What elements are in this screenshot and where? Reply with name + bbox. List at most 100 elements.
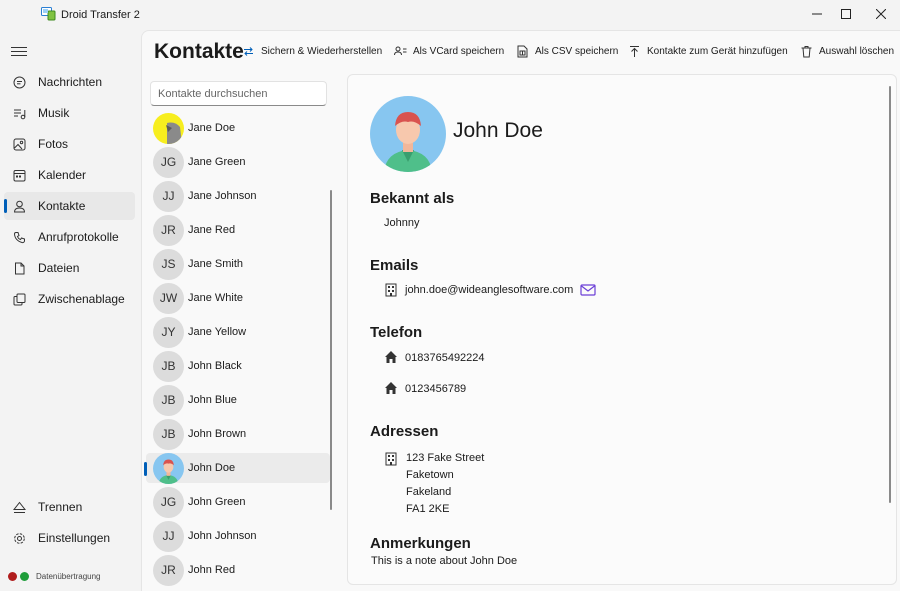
contact-initials: JG	[153, 486, 184, 518]
list-selection-indicator	[144, 462, 147, 476]
address-line: FA1 2KE	[406, 503, 450, 515]
contact-initials: JB	[153, 384, 184, 416]
address-line: 123 Fake Street	[406, 452, 485, 464]
person-avatar-icon	[384, 112, 432, 172]
toolbar-label: Als CSV speichern	[535, 45, 619, 57]
contact-list-item-selected[interactable]: John Doe	[146, 452, 330, 484]
contact-list-item[interactable]: JY Jane Yellow	[146, 316, 330, 348]
known-as-value: Johnny	[384, 217, 420, 229]
sync-icon	[242, 45, 255, 58]
contact-search-input[interactable]	[150, 81, 327, 106]
nav-label: Zwischenablage	[38, 292, 125, 306]
nav-item-anrufprotokolle[interactable]: Anrufprotokolle	[4, 223, 135, 251]
nav-item-zwischenablage[interactable]: Zwischenablage	[4, 285, 135, 313]
nav-label: Fotos	[38, 137, 69, 151]
nav-item-kalender[interactable]: Kalender	[4, 161, 135, 189]
contact-name: Jane Yellow	[188, 326, 247, 338]
building-icon	[385, 283, 397, 297]
contact-initials: JY	[153, 316, 184, 348]
contact-photo	[153, 112, 184, 144]
contact-list-item[interactable]: JR John Red	[146, 554, 330, 586]
nav-item-nachrichten[interactable]: Nachrichten	[4, 68, 135, 96]
contact-name: Jane Green	[188, 156, 246, 168]
upload-icon	[628, 45, 641, 58]
close-button[interactable]	[864, 0, 898, 28]
contact-list-item[interactable]: JG Jane Green	[146, 146, 330, 178]
nav-item-kontakte[interactable]: Kontakte	[4, 192, 135, 220]
contact-list-item[interactable]: JW Jane White	[146, 282, 330, 314]
nav-item-einstellungen[interactable]: Einstellungen	[4, 524, 135, 552]
section-title-phone: Telefon	[370, 324, 423, 341]
mail-icon[interactable]	[580, 283, 596, 297]
photo-icon	[12, 137, 26, 151]
maximize-button[interactable]	[829, 0, 863, 28]
add-to-device-button[interactable]: Kontakte zum Gerät hinzufügen	[628, 42, 788, 60]
delete-selection-button[interactable]: Auswahl löschen	[800, 42, 894, 60]
nav-label: Nachrichten	[38, 75, 103, 89]
contact-initials: JR	[153, 214, 184, 246]
phone-icon	[12, 230, 26, 244]
contact-list-item[interactable]: JS Jane Smith	[146, 248, 330, 280]
music-icon	[12, 106, 26, 120]
spreadsheet-icon	[516, 45, 529, 58]
app-title: Droid Transfer 2	[61, 9, 140, 21]
contact-initials: JJ	[153, 520, 184, 552]
clipboard-icon	[12, 292, 26, 306]
status-label: Datenübertragung	[36, 572, 101, 581]
contact-name: Jane Johnson	[188, 190, 257, 202]
nav-label: Kalender	[38, 168, 87, 182]
contact-list-item[interactable]: JB John Black	[146, 350, 330, 382]
status-dot-red	[8, 572, 17, 581]
address-line: Fakeland	[406, 486, 452, 498]
contact-list-item[interactable]: JB John Blue	[146, 384, 330, 416]
person-icon	[12, 199, 26, 213]
contact-name: Jane Red	[188, 224, 236, 236]
contact-name: John Blue	[188, 394, 237, 406]
hamburger-menu-icon[interactable]	[11, 44, 27, 58]
nav-item-trennen[interactable]: Trennen	[4, 493, 135, 521]
nav-selection-indicator	[4, 199, 7, 213]
contact-initials: JW	[153, 282, 184, 314]
save-csv-button[interactable]: Als CSV speichern	[516, 42, 618, 60]
detail-scrollbar[interactable]	[889, 86, 891, 503]
calendar-icon	[12, 168, 26, 182]
maximize-icon	[841, 9, 851, 19]
close-icon	[876, 9, 886, 19]
contact-card-icon	[394, 45, 407, 58]
contact-list-item[interactable]: Jane Doe	[146, 112, 330, 144]
eject-icon	[12, 500, 26, 514]
contact-list-item[interactable]: JG John Green	[146, 486, 330, 518]
contact-name: Jane Smith	[188, 258, 244, 270]
contact-list-scrollbar[interactable]	[330, 190, 332, 510]
address-line: Faketown	[406, 469, 454, 481]
contact-name: John Johnson	[188, 530, 257, 542]
nav-label: Musik	[38, 106, 70, 120]
email-value[interactable]: john.doe@wideanglesoftware.com	[405, 284, 573, 296]
minimize-icon	[812, 13, 822, 15]
contact-list-item[interactable]: JB John Brown	[146, 418, 330, 450]
nav-item-musik[interactable]: Musik	[4, 99, 135, 127]
save-vcard-button[interactable]: Als VCard speichern	[394, 42, 504, 60]
nav-label: Anrufprotokolle	[38, 230, 119, 244]
contact-list-item[interactable]: JJ John Johnson	[146, 520, 330, 552]
contact-initials: JB	[153, 418, 184, 450]
backup-restore-button[interactable]: Sichern & Wiederherstellen	[242, 42, 382, 60]
status-dot-green	[20, 572, 29, 581]
contact-avatar	[153, 452, 184, 484]
person-avatar-icon	[158, 459, 179, 484]
title-bar: Droid Transfer 2	[0, 0, 900, 30]
contact-name: John Brown	[188, 428, 247, 440]
section-title-emails: Emails	[370, 257, 419, 274]
nav-item-fotos[interactable]: Fotos	[4, 130, 135, 158]
contact-initials: JR	[153, 554, 184, 586]
nav-item-dateien[interactable]: Dateien	[4, 254, 135, 282]
contact-list-item[interactable]: JJ Jane Johnson	[146, 180, 330, 212]
nav-label: Dateien	[38, 261, 80, 275]
section-title-addresses: Adressen	[370, 423, 439, 440]
section-title-known-as: Bekannt als	[370, 190, 455, 207]
contact-name: Jane White	[188, 292, 244, 304]
nav-label: Trennen	[38, 500, 83, 514]
contact-list-item[interactable]: JR Jane Red	[146, 214, 330, 246]
toolbar-label: Auswahl löschen	[819, 45, 895, 57]
message-icon	[12, 75, 26, 89]
